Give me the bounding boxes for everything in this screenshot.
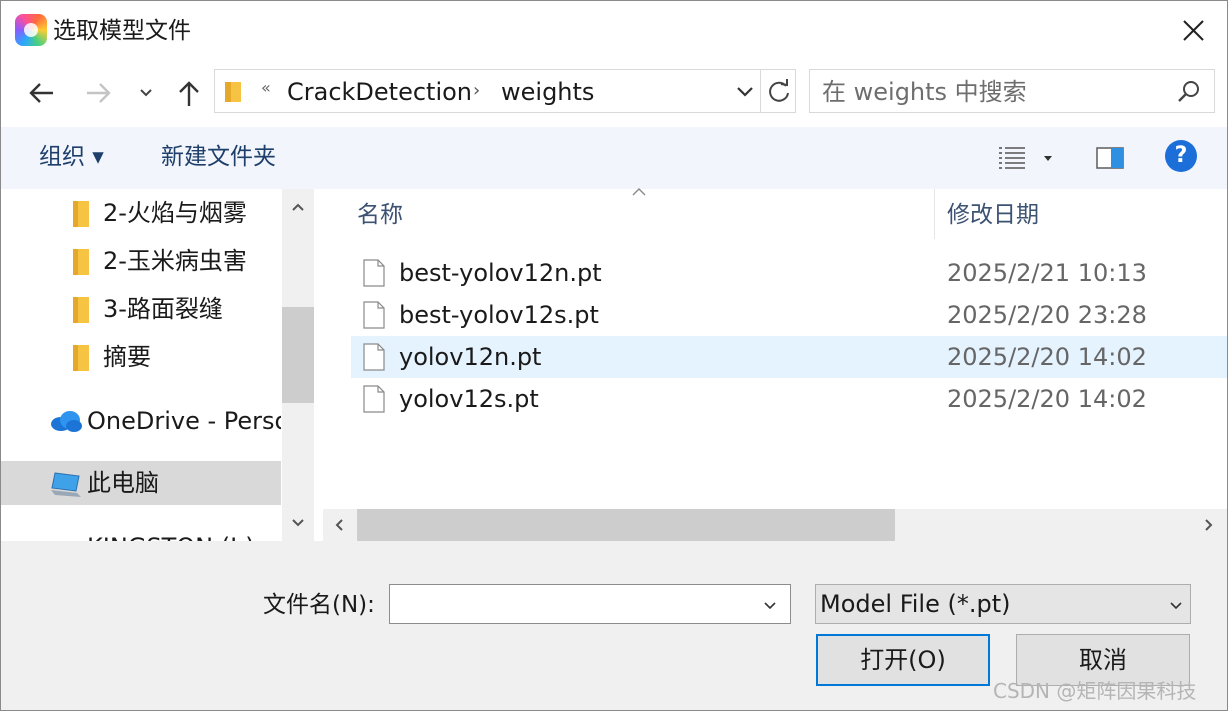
tree-item-onedrive[interactable]: OneDrive - Perso (1, 399, 281, 443)
file-name: yolov12n.pt (399, 343, 542, 371)
arrow-left-icon (29, 83, 53, 103)
tree-label: KINGSTON (I:) (87, 531, 255, 541)
horizontal-scrollbar-thumb[interactable] (357, 509, 895, 541)
file-row[interactable]: yolov12n.pt 2025/2/20 14:02 (351, 336, 1227, 378)
tree-item-drive[interactable]: KINGSTON (I:) (1, 525, 281, 541)
breadcrumb-separator[interactable]: › (473, 80, 480, 101)
folder-icon (73, 297, 89, 323)
file-date: 2025/2/20 14:02 (947, 343, 1147, 371)
file-icon (363, 343, 385, 371)
tree-label: 3-路面裂缝 (103, 295, 223, 323)
chevron-up-icon[interactable] (290, 199, 306, 215)
file-name: best-yolov12s.pt (399, 301, 599, 329)
file-name: yolov12s.pt (399, 385, 539, 413)
app-icon (15, 14, 47, 46)
forward-button[interactable] (81, 75, 117, 111)
file-type-value: Model File (*.pt) (820, 590, 1011, 618)
search-box[interactable]: 在 weights 中搜索 (809, 69, 1215, 113)
file-date: 2025/2/20 14:02 (947, 385, 1147, 413)
file-type-select[interactable]: Model File (*.pt) (815, 584, 1191, 624)
breadcrumb-crackdetection[interactable]: CrackDetection (287, 77, 472, 107)
file-row[interactable]: best-yolov12n.pt 2025/2/21 10:13 (351, 252, 1227, 294)
preview-pane-button[interactable] (1095, 143, 1125, 173)
tree-item-folder[interactable]: 摘要 (1, 335, 281, 379)
file-icon (363, 259, 385, 287)
folder-icon (73, 249, 89, 275)
file-name: best-yolov12n.pt (399, 259, 602, 287)
tree-item-folder[interactable]: 2-玉米病虫害 (1, 239, 281, 283)
open-button[interactable]: 打开(O) (816, 634, 990, 686)
tree-label: 此电脑 (87, 469, 159, 497)
folder-icon (225, 82, 241, 102)
column-header-modified[interactable]: 修改日期 (947, 199, 1039, 231)
details-view-icon (999, 147, 1052, 169)
close-button[interactable] (1173, 13, 1213, 49)
address-bar[interactable]: « CrackDetection › weights (214, 69, 796, 113)
search-icon[interactable] (1176, 79, 1202, 105)
address-overflow[interactable]: « (261, 78, 271, 97)
file-icon (363, 301, 385, 329)
tree-item-folder[interactable]: 2-火焰与烟雾 (1, 191, 281, 235)
folder-icon (73, 345, 89, 371)
arrow-up-icon (179, 81, 199, 106)
chevron-down-icon[interactable] (290, 515, 306, 531)
tree-label: 2-玉米病虫害 (103, 247, 247, 275)
file-row[interactable]: yolov12s.pt 2025/2/20 14:02 (351, 378, 1227, 420)
view-options-button[interactable] (997, 143, 1055, 173)
tree-item-this-pc[interactable]: 此电脑 (1, 461, 281, 505)
navigation-scrollbar-thumb[interactable] (282, 307, 314, 403)
file-date: 2025/2/21 10:13 (947, 259, 1147, 287)
help-icon[interactable]: ? (1165, 140, 1197, 172)
file-open-dialog: 选取模型文件 « CrackDetection › weights 在 weig… (0, 0, 1228, 711)
breadcrumb-weights[interactable]: weights (501, 77, 594, 107)
navigation-pane: 2-火焰与烟雾 2-玉米病虫害 3-路面裂缝 摘要 OneDrive - Per… (1, 189, 281, 541)
new-folder-button[interactable]: 新建文件夹 (161, 141, 276, 173)
file-row[interactable]: best-yolov12s.pt 2025/2/20 23:28 (351, 294, 1227, 336)
folder-icon (73, 201, 89, 227)
tree-label: 2-火焰与烟雾 (103, 199, 247, 227)
close-icon (1183, 20, 1204, 41)
sort-ascending-icon (632, 188, 646, 196)
chevron-down-icon (140, 89, 152, 97)
tree-label: 摘要 (103, 343, 151, 371)
refresh-icon (769, 79, 789, 102)
chevron-left-icon[interactable] (331, 517, 347, 533)
up-button[interactable] (171, 75, 207, 111)
address-dropdown-button[interactable] (731, 70, 759, 112)
organize-menu[interactable]: 组织 ▾ (39, 141, 104, 173)
preview-pane-icon (1096, 147, 1124, 169)
back-button[interactable] (23, 75, 59, 111)
title-bar: 选取模型文件 (1, 1, 1227, 61)
cloud-icon (51, 411, 82, 432)
arrow-right-icon (87, 83, 111, 103)
tree-item-folder[interactable]: 3-路面裂缝 (1, 287, 281, 331)
column-header-name[interactable]: 名称 (357, 199, 403, 231)
chevron-down-icon (1170, 602, 1182, 610)
filename-input[interactable] (390, 585, 766, 623)
chevron-down-icon[interactable] (760, 595, 780, 615)
chevron-down-icon (737, 87, 753, 97)
tree-label: OneDrive - Perso (87, 407, 281, 435)
recent-locations-button[interactable] (131, 75, 161, 111)
search-placeholder: 在 weights 中搜索 (822, 78, 1027, 106)
column-divider[interactable] (934, 189, 935, 239)
window-title: 选取模型文件 (53, 18, 191, 44)
command-toolbar: 组织 ▾ 新建文件夹 (1, 127, 1227, 189)
file-date: 2025/2/20 23:28 (947, 301, 1147, 329)
refresh-button[interactable] (760, 70, 797, 112)
filename-label: 文件名(N): (263, 592, 375, 618)
filename-combobox[interactable] (389, 584, 791, 624)
file-icon (363, 385, 385, 413)
computer-icon (51, 472, 81, 497)
watermark: CSDN @矩阵因果科技 (993, 679, 1197, 703)
chevron-right-icon[interactable] (1201, 517, 1217, 533)
